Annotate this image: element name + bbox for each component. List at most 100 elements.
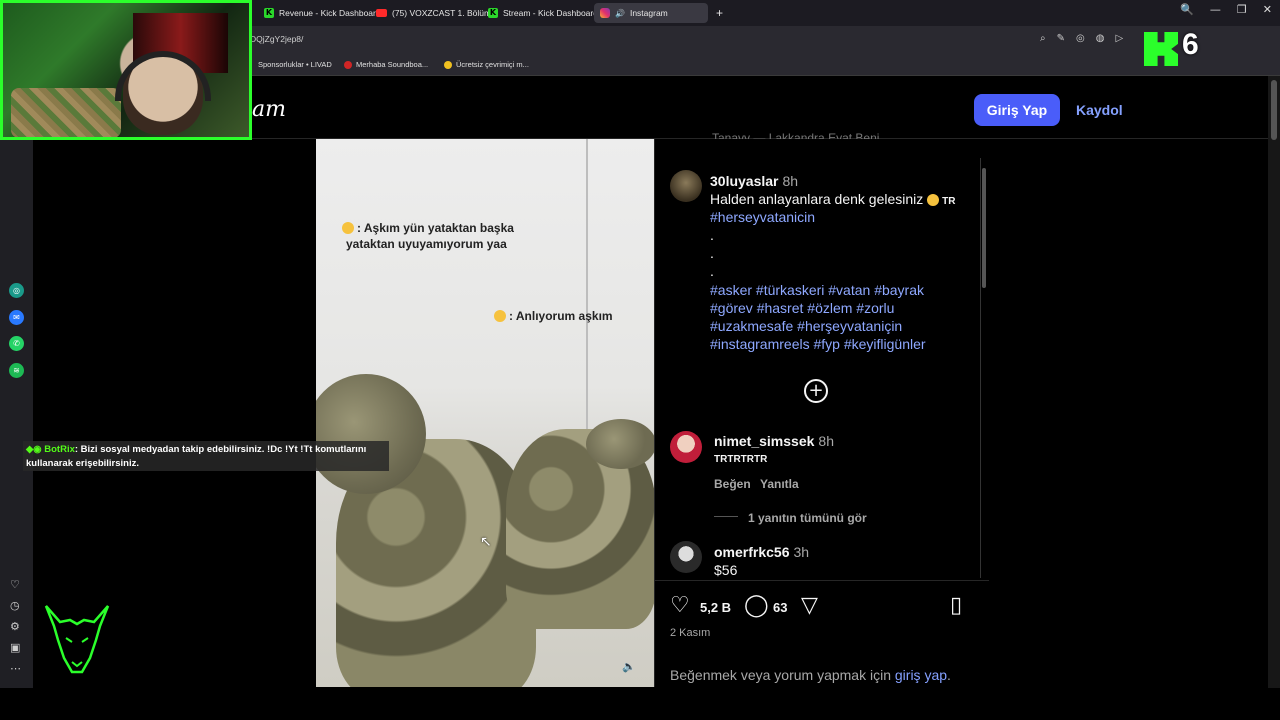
- search-tabs-icon[interactable]: 🔍: [1180, 3, 1194, 16]
- login-button[interactable]: Giriş Yap: [974, 94, 1060, 126]
- bookmark-label: Ücretsiz çevrimiçi m...: [456, 60, 529, 69]
- post-time: 8h: [782, 173, 799, 189]
- bull-logo-icon: [44, 605, 110, 674]
- video-caption-line2: yataktan uyuyamıyorum yaa: [346, 237, 507, 251]
- comment-icon[interactable]: ◯: [744, 593, 769, 618]
- view-replies-button[interactable]: 1 yanıtın tümünü gör: [748, 511, 867, 525]
- tab-instagram[interactable]: 🔊 Instagram: [594, 3, 708, 23]
- cam-sofa: [11, 88, 121, 137]
- caption-dot: .: [710, 245, 714, 261]
- bookmark-icon[interactable]: ▯: [950, 593, 962, 618]
- window-controls: 🔍 — ❐ ✕: [1180, 3, 1272, 16]
- extension-icon[interactable]: ▣: [10, 641, 20, 654]
- video-caption-reply: : Anlıyorum aşkım: [494, 308, 613, 324]
- tab-stream-kick[interactable]: K Stream - Kick Dashboard: [482, 3, 604, 23]
- instagram-icon: [600, 8, 610, 18]
- spotify-icon[interactable]: ≋: [9, 363, 24, 378]
- panel-divider: [654, 580, 989, 581]
- kick-logo-icon: [1144, 32, 1178, 66]
- browser-sidebar: ◎ ✉ ✆ ≋ ♡ ◷ ⚙ ▣ ⋯: [0, 76, 33, 688]
- emoji-icon: [342, 222, 354, 234]
- load-more-comments-button[interactable]: +: [804, 379, 828, 403]
- heart-icon[interactable]: ♡: [10, 578, 20, 591]
- like-comment-button[interactable]: Beğen: [714, 477, 751, 491]
- url-field[interactable]: DQjZgY2jep8/: [250, 34, 303, 44]
- bot-name: BotRix: [44, 444, 75, 455]
- camera-icon[interactable]: ◎: [1076, 33, 1085, 44]
- chat-message-overlay: ◆◉ BotRix: Bizi sosyal medyadan takip ed…: [23, 441, 389, 471]
- kick-icon: K: [488, 8, 498, 18]
- restore-icon[interactable]: ❐: [1237, 3, 1247, 16]
- tab-voxzcast[interactable]: (75) VOXZCAST 1. Bölüm: [370, 3, 497, 23]
- toolbar-icons: ⌕ ✎ ◎ ◍ ▷: [1040, 33, 1123, 44]
- wall-corner: [586, 139, 588, 439]
- share-icon[interactable]: ▽: [801, 593, 818, 618]
- settings-icon[interactable]: ⚙: [10, 620, 20, 633]
- bookmark-label: Sponsorluklar • LIVAD: [258, 60, 332, 69]
- tab-label: (75) VOXZCAST 1. Bölüm: [392, 8, 492, 18]
- edit-icon[interactable]: ✎: [1057, 33, 1065, 44]
- comments-scroll-thumb[interactable]: [982, 168, 986, 288]
- caption-dot: .: [710, 263, 714, 279]
- avatar[interactable]: [670, 431, 702, 463]
- page-scrollbar[interactable]: [1268, 76, 1280, 688]
- comment-count: 63: [773, 600, 788, 615]
- heart-icon[interactable]: ♡: [670, 593, 690, 618]
- kick-icon: K: [264, 8, 274, 18]
- bot-message: : Bizi sosyal medyadan takip edebilirsin…: [26, 444, 367, 469]
- reel-video[interactable]: : Aşkım yün yataktan başka yataktan uyuy…: [316, 139, 654, 687]
- chatgpt-icon[interactable]: ◎: [9, 283, 24, 298]
- instagram-logo[interactable]: am: [252, 97, 286, 122]
- comment-author[interactable]: nimet_simssek 8h: [714, 433, 834, 449]
- post-author[interactable]: 30luyaslar 8h: [710, 173, 798, 189]
- bookmark-soundboard[interactable]: Merhaba Soundboa...: [344, 60, 428, 69]
- bookmark-livad[interactable]: Sponsorluklar • LIVAD: [258, 60, 332, 69]
- kick-viewer-badge: 6: [1140, 28, 1214, 68]
- comment-text: $56: [714, 562, 738, 578]
- speaker-icon: 🔊: [615, 8, 625, 18]
- clipped-text: Tanayy — Lakkandra Eyat Beni: [712, 131, 880, 139]
- video-caption-line1: : Aşkım yün yataktan başka: [342, 220, 514, 236]
- post-caption: Halden anlayanlara denk gelesiniz TR: [710, 191, 956, 207]
- webcam-overlay: [0, 0, 252, 140]
- bottom-bar: [0, 688, 1280, 720]
- bookmark-free-online[interactable]: Ücretsiz çevrimiçi m...: [444, 60, 529, 69]
- speaker-icon[interactable]: 🔈: [622, 660, 636, 673]
- replies-divider: [714, 516, 738, 517]
- reply-comment-button[interactable]: Yanıtla: [760, 477, 799, 491]
- soundboard-icon: [344, 60, 352, 69]
- close-icon[interactable]: ✕: [1263, 3, 1272, 16]
- like-count: 5,2 B: [700, 600, 732, 615]
- caption-hashtag[interactable]: #herseyvatanicin: [710, 209, 815, 225]
- avatar[interactable]: [670, 541, 702, 573]
- caption-hashtags[interactable]: #asker #türkaskeri #vatan #bayrak #görev…: [710, 281, 950, 353]
- login-prompt: Beğenmek veya yorum yapmak için giriş ya…: [670, 667, 951, 683]
- tab-revenue-kick[interactable]: K Revenue - Kick Dashboard: [258, 3, 387, 23]
- comment-time: 3h: [793, 544, 810, 560]
- tab-label: Stream - Kick Dashboard: [503, 8, 598, 18]
- login-link[interactable]: giriş yap: [895, 667, 947, 683]
- minimize-icon[interactable]: —: [1210, 3, 1221, 16]
- shield-icon[interactable]: ◍: [1096, 33, 1105, 44]
- bot-badge-icon: ◆◉: [26, 444, 45, 455]
- viewer-count: 6: [1182, 28, 1199, 61]
- page-scroll-thumb[interactable]: [1271, 80, 1277, 140]
- zoom-icon[interactable]: ⌕: [1040, 33, 1046, 44]
- play-icon[interactable]: ▷: [1115, 33, 1123, 44]
- comment-text: TRTRTRTR: [714, 454, 768, 465]
- whatsapp-icon[interactable]: ✆: [9, 336, 24, 351]
- new-tab-button[interactable]: +: [710, 3, 729, 23]
- caption-dot: .: [710, 227, 714, 243]
- smiley-icon: [444, 60, 452, 69]
- emoji-icon: [927, 194, 940, 206]
- signup-link[interactable]: Kaydol: [1076, 102, 1123, 118]
- post-date: 2 Kasım: [670, 627, 711, 639]
- emoji-icon: [494, 310, 506, 322]
- soldier-cap: [586, 419, 654, 469]
- comment-author[interactable]: omerfrkc56 3h: [714, 544, 809, 560]
- messenger-icon[interactable]: ✉: [9, 310, 24, 325]
- more-icon[interactable]: ⋯: [10, 662, 21, 675]
- history-icon[interactable]: ◷: [10, 599, 20, 612]
- youtube-icon: [376, 9, 387, 17]
- avatar[interactable]: [670, 170, 702, 202]
